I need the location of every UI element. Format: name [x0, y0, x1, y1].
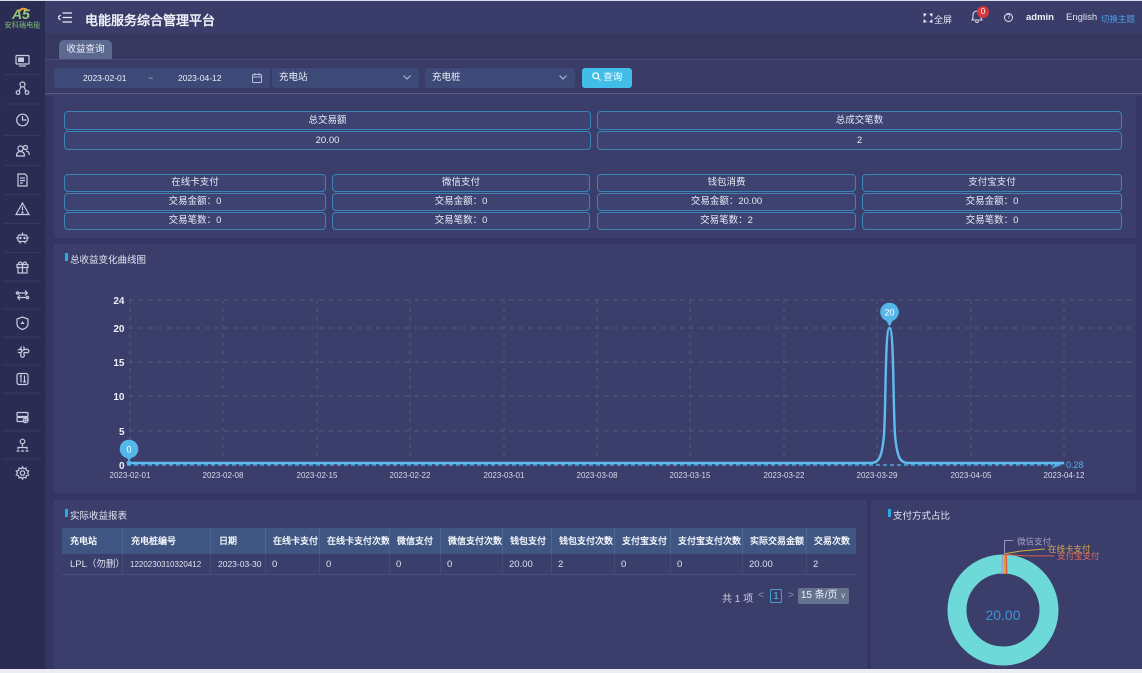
svg-text:24: 24	[113, 296, 125, 307]
svg-text:2023-03-01: 2023-03-01	[484, 471, 525, 480]
svg-text:2023-03-15: 2023-03-15	[670, 471, 711, 480]
svg-text:2023-04-12: 2023-04-12	[1044, 471, 1085, 480]
svg-text:2023-03-29: 2023-03-29	[857, 471, 898, 480]
svg-text:2023-02-22: 2023-02-22	[390, 471, 431, 480]
svg-text:15: 15	[113, 358, 125, 369]
svg-text:2023-03-08: 2023-03-08	[577, 471, 618, 480]
svg-text:支付宝支付: 支付宝支付	[1057, 551, 1100, 561]
svg-text:2023-02-15: 2023-02-15	[297, 471, 338, 480]
svg-text:20: 20	[113, 324, 125, 335]
svg-text:20.00: 20.00	[985, 607, 1020, 623]
svg-text:安科瑞电能: 安科瑞电能	[5, 21, 41, 30]
svg-text:2023-03-22: 2023-03-22	[764, 471, 805, 480]
svg-text:微信支付: 微信支付	[1017, 537, 1052, 547]
svg-text:0.28: 0.28	[1066, 460, 1084, 470]
svg-text:10: 10	[113, 392, 125, 403]
svg-text:2023-02-08: 2023-02-08	[203, 471, 244, 480]
svg-text:0: 0	[126, 445, 131, 455]
svg-text:20: 20	[884, 308, 894, 318]
svg-text:5: 5	[119, 427, 125, 438]
svg-text:2023-04-05: 2023-04-05	[951, 471, 992, 480]
svg-text:2023-02-01: 2023-02-01	[110, 471, 151, 480]
